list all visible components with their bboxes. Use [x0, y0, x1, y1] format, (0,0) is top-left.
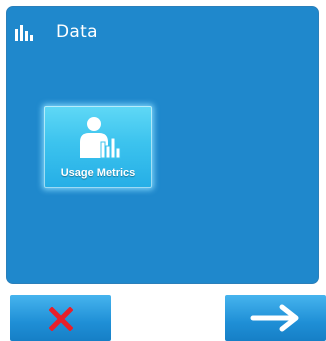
next-button[interactable] — [225, 295, 326, 341]
bar-chart-icon — [14, 23, 40, 41]
screen: Data Usage Metrics — [0, 0, 326, 341]
user-chart-icon — [80, 117, 121, 159]
arrow-right-icon — [250, 304, 299, 332]
close-icon — [49, 307, 73, 331]
usage-metrics-tile[interactable]: Usage Metrics — [44, 106, 152, 188]
tile-label: Usage Metrics — [60, 167, 136, 179]
page-title: Data — [56, 22, 98, 42]
header: Data — [14, 20, 98, 44]
cancel-button[interactable] — [10, 295, 111, 341]
